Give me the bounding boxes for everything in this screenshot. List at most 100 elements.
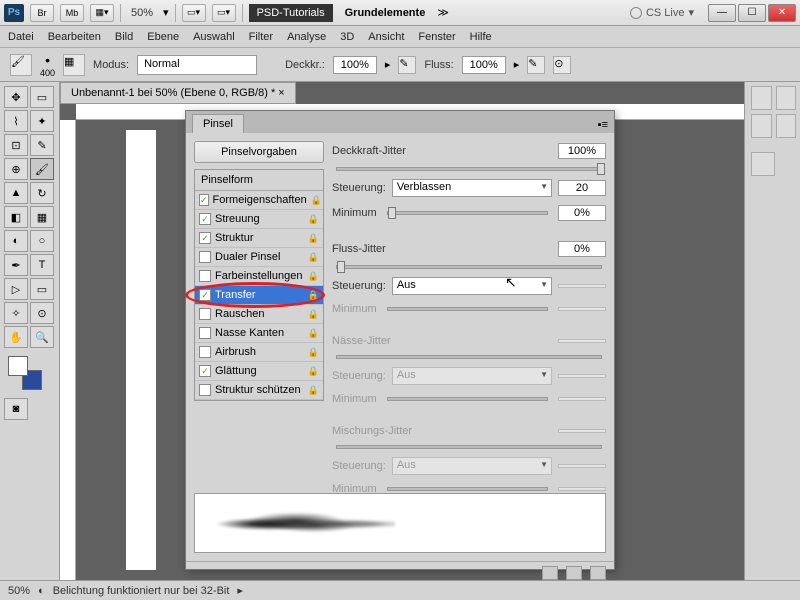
checkbox-icon[interactable] (199, 270, 211, 282)
crop-tool[interactable]: ⊡ (4, 134, 28, 156)
document-tab[interactable]: Unbenannt-1 bei 50% (Ebene 0, RGB/8) * × (60, 82, 296, 104)
lock-icon[interactable]: 🔒 (308, 328, 319, 339)
dodge-tool[interactable]: ○ (30, 230, 54, 252)
checkbox-icon[interactable] (199, 384, 211, 396)
gradient-tool[interactable]: ▦ (30, 206, 54, 228)
workspace-tag-1[interactable]: PSD-Tutorials (249, 4, 333, 22)
checkbox-icon[interactable]: ✓ (199, 365, 211, 377)
minimize-button[interactable]: — (708, 4, 736, 22)
screen-mode-button[interactable]: ▭▾ (212, 4, 236, 22)
menu-ebene[interactable]: Ebene (147, 31, 179, 43)
hand-tool[interactable]: ✋ (4, 326, 28, 348)
airbrush-icon[interactable]: ✎ (527, 56, 545, 74)
wand-tool[interactable]: ✦ (30, 110, 54, 132)
blur-tool[interactable]: ◐ (4, 230, 28, 252)
control-select-1[interactable]: Verblassen (392, 179, 552, 197)
flow-jitter-value[interactable]: 0% (558, 241, 606, 257)
color-swatches[interactable] (8, 356, 42, 390)
brush-option-struktur[interactable]: ✓Struktur🔒 (195, 229, 323, 248)
new-preset-icon[interactable] (566, 566, 582, 580)
checkbox-icon[interactable]: ✓ (199, 213, 211, 225)
opacity-jitter-value[interactable]: 100% (558, 143, 606, 159)
arrange-button[interactable]: ▭▾ (182, 4, 206, 22)
status-zoom[interactable]: 50% (8, 585, 30, 597)
menu-3d[interactable]: 3D (340, 31, 354, 43)
brush-option-transfer[interactable]: ✓Transfer🔒 (195, 286, 323, 305)
quick-mask-tool[interactable]: ◙ (4, 398, 28, 420)
zoom-display[interactable]: 50% (127, 7, 157, 19)
checkbox-icon[interactable]: ✓ (199, 194, 209, 206)
fg-color-swatch[interactable] (8, 356, 28, 376)
brush-presets-button[interactable]: Pinselvorgaben (194, 141, 324, 163)
lock-icon[interactable]: 🔒 (308, 385, 319, 396)
brush-option-nasse-kanten[interactable]: Nasse Kanten🔒 (195, 324, 323, 343)
cs-live[interactable]: CS Live▾ (630, 6, 694, 19)
panel-icon-3[interactable] (751, 114, 772, 138)
menu-bild[interactable]: Bild (115, 31, 133, 43)
history-brush-tool[interactable]: ↻ (30, 182, 54, 204)
checkbox-icon[interactable] (199, 327, 211, 339)
brush-option-struktur-schützen[interactable]: Struktur schützen🔒 (195, 381, 323, 400)
more-icon[interactable]: ≫ (437, 6, 449, 19)
type-tool[interactable]: T (30, 254, 54, 276)
checkbox-icon[interactable] (199, 346, 211, 358)
control-select-2[interactable]: Aus (392, 277, 552, 295)
menu-hilfe[interactable]: Hilfe (470, 31, 492, 43)
marquee-tool[interactable]: ▭ (30, 86, 54, 108)
trash-icon[interactable] (590, 566, 606, 580)
brush-option-formeigenschaften[interactable]: ✓Formeigenschaften🔒 (195, 191, 323, 210)
menu-datei[interactable]: Datei (8, 31, 34, 43)
lock-icon[interactable]: 🔒 (308, 271, 319, 282)
brush-panel-tab[interactable]: Pinsel (192, 114, 244, 133)
mode-select[interactable]: Normal (137, 55, 257, 75)
menu-auswahl[interactable]: Auswahl (193, 31, 235, 43)
flow-input[interactable]: 100% (462, 56, 506, 74)
eyedropper-tool[interactable]: ✎ (30, 134, 54, 156)
pressure-size-icon[interactable]: ⊙ (553, 56, 571, 74)
pressure-opacity-icon[interactable]: ✎ (398, 56, 416, 74)
zoom-tool[interactable]: 🔍 (30, 326, 54, 348)
lock-icon[interactable]: 🔒 (308, 290, 319, 301)
toggle-preview-icon[interactable] (542, 566, 558, 580)
brush-option-airbrush[interactable]: Airbrush🔒 (195, 343, 323, 362)
pen-tool[interactable]: ✒ (4, 254, 28, 276)
flow-jitter-slider[interactable] (336, 265, 602, 269)
mini-bridge-button[interactable]: Mb (60, 4, 84, 22)
brush-tip-header[interactable]: Pinselform (195, 170, 323, 191)
stamp-tool[interactable]: ▲ (4, 182, 28, 204)
shape-tool[interactable]: ▭ (30, 278, 54, 300)
3d-tool[interactable]: ✧ (4, 302, 28, 324)
status-arrow-icon[interactable]: ▸ (237, 584, 243, 597)
status-info-icon[interactable]: ◐ (38, 585, 45, 597)
opacity-input[interactable]: 100% (333, 56, 377, 74)
eraser-tool[interactable]: ◧ (4, 206, 28, 228)
panel-icon-2[interactable] (776, 86, 797, 110)
brush-option-rauschen[interactable]: Rauschen🔒 (195, 305, 323, 324)
maximize-button[interactable]: ☐ (738, 4, 766, 22)
brush-panel-toggle[interactable]: ▦ (63, 54, 85, 76)
view-extras-button[interactable]: ▦▾ (90, 4, 114, 22)
menu-filter[interactable]: Filter (249, 31, 273, 43)
brush-size[interactable]: 400 (40, 68, 55, 78)
close-button[interactable]: ✕ (768, 4, 796, 22)
panel-menu-icon[interactable]: ▪≡ (592, 117, 614, 133)
bridge-button[interactable]: Br (30, 4, 54, 22)
fade-steps-value[interactable]: 20 (558, 180, 606, 196)
lock-icon[interactable]: 🔒 (311, 195, 322, 206)
lock-icon[interactable]: 🔒 (308, 214, 319, 225)
brush-option-dualer-pinsel[interactable]: Dualer Pinsel🔒 (195, 248, 323, 267)
menu-analyse[interactable]: Analyse (287, 31, 326, 43)
heal-tool[interactable]: ⊕ (4, 158, 28, 180)
workspace-tag-2[interactable]: Grundelemente (339, 7, 432, 19)
lock-icon[interactable]: 🔒 (308, 233, 319, 244)
checkbox-icon[interactable] (199, 251, 211, 263)
brush-option-glättung[interactable]: ✓Glättung🔒 (195, 362, 323, 381)
checkbox-icon[interactable] (199, 308, 211, 320)
checkbox-icon[interactable]: ✓ (199, 232, 211, 244)
checkbox-icon[interactable]: ✓ (199, 289, 211, 301)
move-tool[interactable]: ✥ (4, 86, 28, 108)
document-canvas[interactable] (126, 130, 156, 570)
3d-camera-tool[interactable]: ⊙ (30, 302, 54, 324)
minimum-slider-1[interactable] (387, 211, 548, 215)
brush-option-streuung[interactable]: ✓Streuung🔒 (195, 210, 323, 229)
